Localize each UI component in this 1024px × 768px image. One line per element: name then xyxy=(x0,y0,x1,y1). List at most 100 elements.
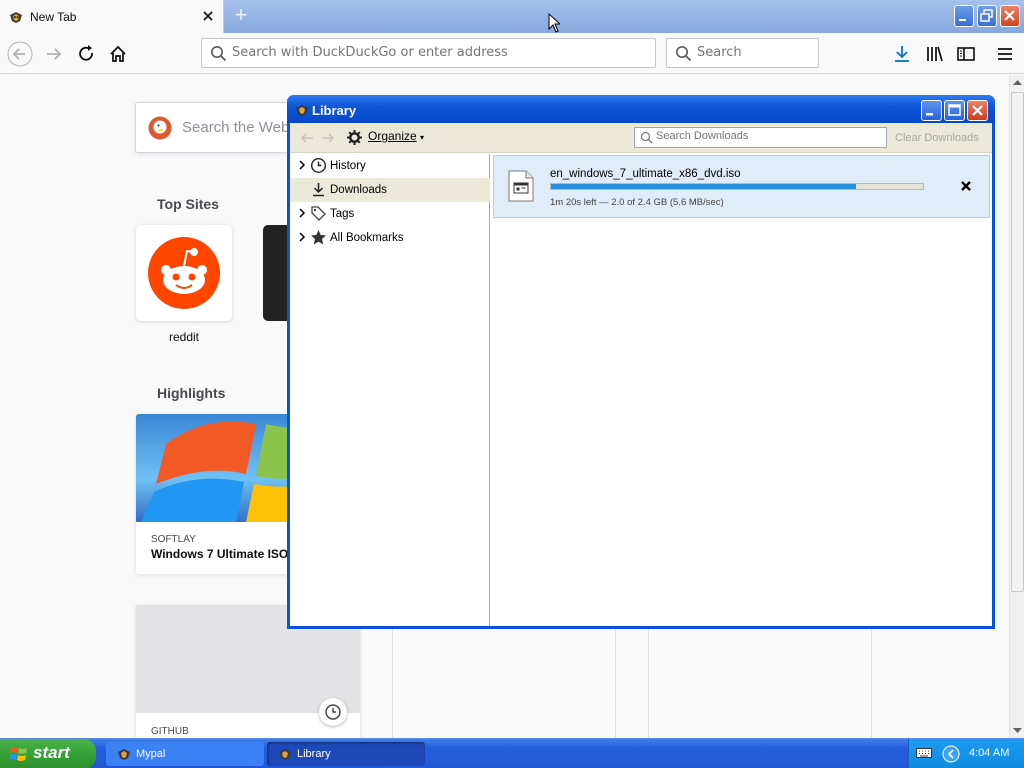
expand-chevron-icon[interactable] xyxy=(298,160,306,170)
tree-item-label: History xyxy=(330,160,366,172)
library-tree: History Downloads Tags All Bookmarks xyxy=(290,154,490,626)
tag-icon xyxy=(311,206,326,221)
library-title: Library xyxy=(312,103,357,118)
top-sites-heading: Top Sites xyxy=(157,196,219,212)
history-clock-icon xyxy=(319,698,347,726)
taskbar-item-library[interactable]: Library xyxy=(267,742,425,766)
disc-image-file-icon xyxy=(508,170,534,202)
search-icon xyxy=(211,46,227,62)
gear-icon xyxy=(347,130,362,145)
download-status: 1m 20s left — 2.0 of 2.4 GB (5.6 MB/sec) xyxy=(550,197,724,208)
tree-item-label: Tags xyxy=(330,208,355,220)
search-icon xyxy=(676,46,692,62)
tree-item-downloads[interactable]: Downloads xyxy=(290,178,490,202)
tab-bar: New Tab + xyxy=(0,0,1024,33)
address-input[interactable] xyxy=(232,45,632,60)
tree-item-label: All Bookmarks xyxy=(330,232,404,244)
taskbar-item-label: Library xyxy=(297,748,331,760)
show-hidden-icons-icon[interactable] xyxy=(942,745,960,763)
organize-label: Organize xyxy=(368,129,417,143)
library-toolbar: Organize ▾ Clear Downloads xyxy=(290,123,992,153)
dropdown-arrow-icon: ▾ xyxy=(420,133,425,142)
tree-item-all-bookmarks[interactable]: All Bookmarks xyxy=(290,226,490,250)
search-input[interactable] xyxy=(697,45,807,60)
taskbar-item-mypal[interactable]: Mypal xyxy=(106,742,264,766)
clear-downloads-button[interactable]: Clear Downloads xyxy=(895,132,979,144)
search-icon xyxy=(640,131,653,144)
library-window: Library Organize ▾ Search Downloads Clea… xyxy=(287,95,995,629)
taskbar: start Mypal Library 4:04 AM xyxy=(0,738,1024,768)
menu-hamburger-icon[interactable] xyxy=(992,41,1018,67)
restore-icon xyxy=(980,9,993,22)
mouse-cursor-icon xyxy=(548,13,560,33)
library-close-button[interactable] xyxy=(967,100,988,121)
mypal-logo-icon xyxy=(279,749,291,760)
search-bar[interactable] xyxy=(666,38,819,68)
cancel-download-icon[interactable] xyxy=(959,179,973,193)
tree-item-tags[interactable]: Tags xyxy=(290,202,490,226)
home-icon[interactable] xyxy=(105,41,131,67)
tab-new-tab[interactable]: New Tab xyxy=(0,0,224,33)
highlight-source: SOFTLAY xyxy=(151,534,196,545)
library-body: Organize ▾ Clear Downloads History xyxy=(290,123,992,626)
forward-arrow-icon[interactable] xyxy=(41,41,67,67)
star-icon xyxy=(311,230,326,245)
downloads-icon[interactable] xyxy=(889,41,915,67)
expand-chevron-icon[interactable] xyxy=(298,232,306,242)
close-tab-icon[interactable] xyxy=(200,8,216,24)
download-item[interactable]: en_windows_7_ultimate_x86_dvd.iso 1m 20s… xyxy=(493,155,990,218)
browser-restore-button[interactable] xyxy=(977,5,997,27)
reddit-logo-icon xyxy=(148,237,220,309)
search-downloads-input[interactable] xyxy=(656,130,876,142)
scroll-up-arrow-icon[interactable] xyxy=(1010,75,1024,90)
keyboard-icon[interactable] xyxy=(916,747,932,759)
browser-close-button[interactable] xyxy=(1000,5,1020,27)
taskbar-item-label: Mypal xyxy=(136,748,166,760)
system-tray: 4:04 AM xyxy=(908,739,1024,768)
organize-button[interactable]: Organize ▾ xyxy=(346,129,424,147)
library-titlebar[interactable]: Library xyxy=(287,95,995,123)
top-site-tile-reddit[interactable] xyxy=(136,225,232,321)
search-downloads-box[interactable] xyxy=(634,127,887,148)
web-search-placeholder: Search the Web xyxy=(182,119,290,136)
library-maximize-button[interactable] xyxy=(944,100,965,121)
expand-chevron-icon[interactable] xyxy=(298,208,306,218)
reload-icon[interactable] xyxy=(73,41,99,67)
scrollbar-thumb[interactable] xyxy=(1011,92,1024,592)
windows-flag-icon xyxy=(10,747,27,761)
browser-minimize-button[interactable] xyxy=(954,5,974,27)
page-scrollbar[interactable] xyxy=(1009,75,1024,740)
highlight-source: GITHUB xyxy=(151,726,189,737)
duckduckgo-logo-icon xyxy=(148,116,172,140)
mypal-logo-icon xyxy=(296,105,308,116)
mypal-logo-icon xyxy=(118,749,130,760)
minimize-icon xyxy=(959,19,966,21)
minimize-icon xyxy=(926,113,933,116)
back-arrow-icon[interactable] xyxy=(7,41,33,67)
navigation-toolbar xyxy=(0,33,1024,74)
scroll-down-arrow-icon[interactable] xyxy=(1010,723,1024,738)
sidebar-icon[interactable] xyxy=(953,41,979,67)
mypal-logo-icon xyxy=(10,12,22,23)
download-filename: en_windows_7_ultimate_x86_dvd.iso xyxy=(550,168,741,180)
library-minimize-button[interactable] xyxy=(921,100,942,121)
back-arrow-icon[interactable] xyxy=(298,129,316,147)
clock-icon xyxy=(310,157,327,174)
address-bar[interactable] xyxy=(201,38,656,68)
start-label: start xyxy=(33,743,70,762)
close-icon xyxy=(972,105,983,116)
start-button[interactable]: start xyxy=(0,739,96,768)
tree-item-label: Downloads xyxy=(330,184,387,196)
close-icon xyxy=(1004,10,1015,21)
new-tab-button[interactable]: + xyxy=(230,4,252,27)
download-icon xyxy=(313,183,324,197)
highlight-title: Windows 7 Ultimate ISO xyxy=(151,547,289,561)
tree-item-history[interactable]: History xyxy=(290,154,490,178)
download-progress-bar xyxy=(550,183,924,190)
forward-arrow-icon[interactable] xyxy=(319,129,337,147)
downloads-list: en_windows_7_ultimate_x86_dvd.iso 1m 20s… xyxy=(491,154,992,626)
highlights-heading: Highlights xyxy=(157,385,226,401)
taskbar-clock: 4:04 AM xyxy=(969,747,1010,759)
download-progress-fill xyxy=(551,184,857,189)
library-icon[interactable] xyxy=(921,41,947,67)
